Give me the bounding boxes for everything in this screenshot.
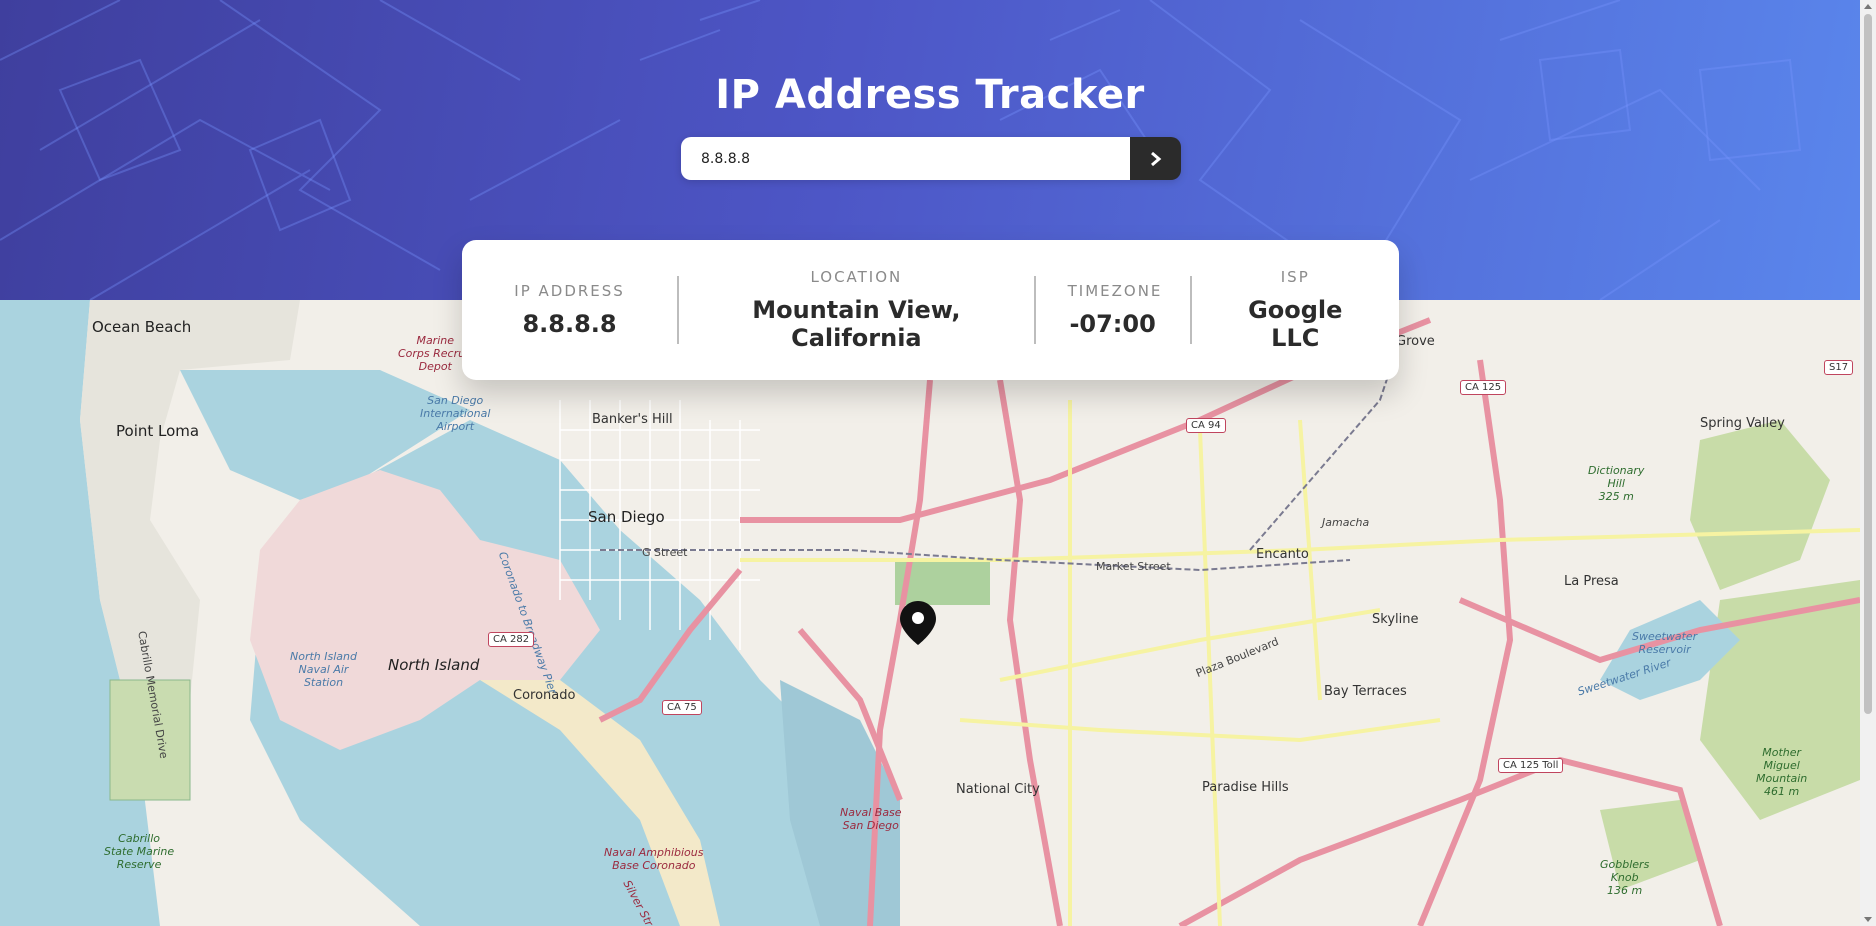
- map-place-label: San Diego International Airport: [420, 394, 491, 433]
- scrollbar-thumb[interactable]: [1864, 14, 1872, 714]
- route-shield: CA 75: [662, 700, 702, 715]
- map-place-label: Cabrillo State Marine Reserve: [104, 832, 175, 871]
- map-place-label: Gobblers Knob 136 m: [1600, 858, 1650, 897]
- route-shield: CA 125: [1460, 380, 1507, 395]
- map-place-label: Skyline: [1372, 612, 1419, 627]
- route-shield: CA 94: [1186, 418, 1226, 433]
- scroll-down-icon[interactable]: [1864, 917, 1872, 922]
- map-place-label: G Street: [642, 546, 688, 559]
- timezone-value: -07:00: [1069, 310, 1156, 338]
- map-place-label: Mother Miguel Mountain 461 m: [1756, 746, 1808, 798]
- ip-search-input[interactable]: [681, 137, 1130, 180]
- route-shield: S17: [1824, 360, 1854, 375]
- map-place-label: Dictionary Hill 325 m: [1588, 464, 1645, 503]
- map-place-label: Paradise Hills: [1202, 780, 1289, 795]
- timezone-label: TIMEZONE: [1067, 282, 1163, 300]
- map-place-label: Spring Valley: [1700, 416, 1785, 431]
- location-pin-icon[interactable]: [900, 601, 936, 649]
- map-place-label: Naval Base San Diego: [840, 806, 902, 832]
- route-shield: CA 282: [488, 632, 535, 647]
- map-place-label: Market Street: [1096, 560, 1171, 573]
- ip-address-value: 8.8.8.8: [522, 310, 617, 338]
- page-scrollbar[interactable]: [1860, 0, 1876, 926]
- map-place-label: Point Loma: [116, 422, 200, 440]
- page-title: IP Address Tracker: [715, 72, 1145, 118]
- map-place-label: National City: [956, 782, 1040, 797]
- map-place-label: La Presa: [1564, 574, 1619, 589]
- chevron-right-icon: [1150, 151, 1161, 166]
- map-place-label: Naval Amphibious Base Coronado: [604, 846, 704, 872]
- map-place-label: Banker's Hill: [592, 412, 673, 427]
- map-place-label: Bay Terraces: [1324, 684, 1407, 699]
- map-place-label: Jamacha: [1322, 516, 1370, 529]
- route-shield: CA 125 Toll: [1498, 758, 1564, 773]
- map-place-label: Ocean Beach: [92, 318, 192, 336]
- submit-button[interactable]: [1130, 137, 1181, 180]
- map-place-label: North Island: [388, 656, 480, 674]
- map-place-label: Sweetwater Reservoir: [1632, 630, 1698, 656]
- isp-value: Google LLC: [1248, 296, 1343, 352]
- timezone-section: TIMEZONE -07:00: [1036, 282, 1190, 338]
- ip-address-label: IP ADDRESS: [514, 282, 625, 300]
- location-section: LOCATION Mountain View, California: [679, 268, 1034, 352]
- location-label: LOCATION: [810, 268, 903, 286]
- ip-address-section: IP ADDRESS 8.8.8.8: [462, 282, 677, 338]
- map-place-label: Grove: [1396, 334, 1435, 349]
- location-value: Mountain View, California: [752, 296, 961, 352]
- map-place-label: Encanto: [1256, 547, 1309, 562]
- isp-label: ISP: [1280, 268, 1310, 286]
- ip-search-form: [681, 137, 1181, 180]
- isp-section: ISP Google LLC: [1192, 268, 1399, 352]
- ip-info-card: IP ADDRESS 8.8.8.8 LOCATION Mountain Vie…: [462, 240, 1399, 380]
- map-place-label: San Diego: [588, 508, 665, 526]
- scroll-up-icon[interactable]: [1864, 4, 1872, 9]
- map-place-label: North Island Naval Air Station: [290, 650, 357, 689]
